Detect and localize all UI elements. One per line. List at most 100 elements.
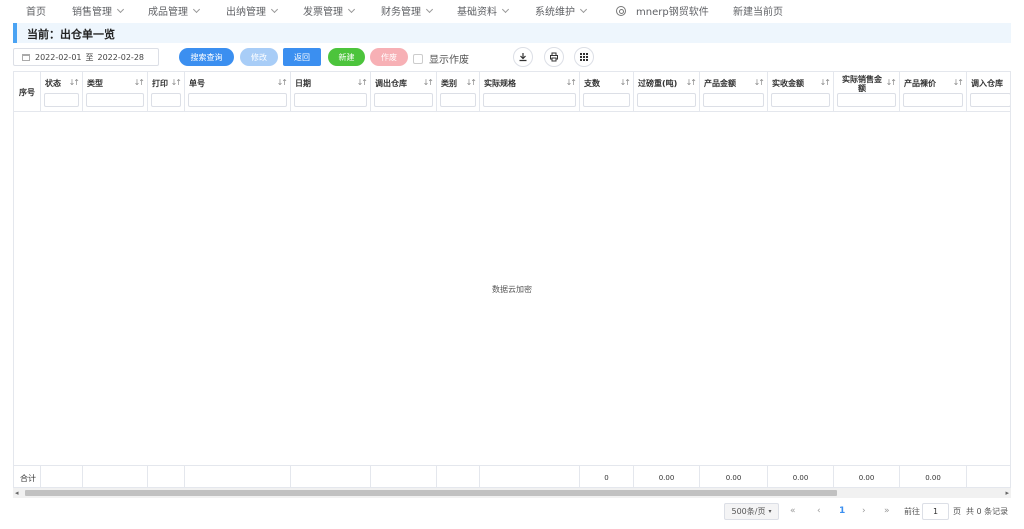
last-page-icon[interactable]: » [884, 506, 890, 516]
column-filter-input[interactable] [970, 93, 1010, 107]
print-button[interactable] [544, 47, 564, 67]
column-header-6[interactable]: 调出仓库 ↓↑ [371, 72, 437, 112]
nav-item-label: 系统维护 [535, 7, 575, 18]
horizontal-scrollbar[interactable]: ◂ ▸ [13, 488, 1011, 498]
page-jump-input[interactable]: 1 [922, 503, 949, 520]
edit-button[interactable]: 修改 [240, 48, 278, 66]
download-button[interactable] [513, 47, 533, 67]
new-button[interactable]: 新建 [328, 48, 365, 66]
column-header-5[interactable]: 日期 ↓↑ [291, 72, 371, 112]
column-header-9[interactable]: 支数 ↓↑ [580, 72, 634, 112]
column-header-1[interactable]: 状态 ↓↑ [41, 72, 83, 112]
column-filter-input[interactable] [151, 93, 181, 107]
nav-item-1[interactable]: 销售管理 [72, 3, 125, 18]
total-cell: 0 [580, 466, 634, 487]
nav-item-4[interactable]: 发票管理 [303, 3, 356, 18]
column-header-13[interactable]: 实际销售金额 ↓↑ [834, 72, 900, 112]
column-filter-input[interactable] [440, 93, 476, 107]
new-page-link[interactable]: 新建当前页 [733, 3, 783, 18]
sort-icon[interactable]: ↓↑ [357, 78, 368, 87]
column-label: 过磅重(吨) [638, 79, 678, 88]
date-start[interactable]: 2022-02-01 [35, 53, 82, 62]
date-separator: 至 [85, 52, 94, 62]
void-button[interactable]: 作废 [370, 48, 408, 66]
chevron-down-icon [192, 5, 201, 13]
sort-icon[interactable]: ↓↑ [134, 78, 145, 87]
scroll-right-icon[interactable]: ▸ [1005, 489, 1009, 497]
first-page-icon[interactable]: « [790, 506, 796, 516]
column-filter-input[interactable] [44, 93, 79, 107]
column-header-15[interactable]: 调入仓库 [967, 72, 1010, 112]
column-header-14[interactable]: 产品裸价 ↓↑ [900, 72, 967, 112]
sort-icon[interactable]: ↓↑ [466, 78, 477, 87]
breadcrumb-bar: 当前：出仓单一览 [13, 23, 1011, 43]
show-void-label: 显示作废 [429, 55, 469, 66]
sort-icon[interactable]: ↓↑ [820, 78, 831, 87]
nav-item-label: 财务管理 [381, 7, 421, 18]
column-header-11[interactable]: 产品金额 ↓↑ [700, 72, 768, 112]
scrollbar-thumb[interactable] [25, 490, 837, 496]
sort-icon[interactable]: ↓↑ [620, 78, 631, 87]
column-filter-input[interactable] [294, 93, 367, 107]
sort-icon[interactable]: ↓↑ [566, 78, 577, 87]
column-header-10[interactable]: 过磅重(吨) ↓↑ [634, 72, 700, 112]
column-label: 实际规格 [484, 79, 516, 88]
calendar-icon [22, 53, 30, 61]
back-button[interactable]: 返回 [283, 48, 321, 66]
sort-icon[interactable]: ↓↑ [171, 78, 182, 87]
date-end[interactable]: 2022-02-28 [98, 53, 145, 62]
column-filter-input[interactable] [771, 93, 830, 107]
chevron-down-icon [347, 5, 356, 13]
total-cell [437, 466, 480, 487]
nav-item-0[interactable]: 首页 [26, 3, 46, 18]
column-header-12[interactable]: 实收金额 ↓↑ [768, 72, 834, 112]
nav-item-7[interactable]: 系统维护 [535, 3, 588, 18]
prev-page-icon[interactable]: ‹ [817, 506, 821, 516]
total-cell: 0.00 [768, 466, 834, 487]
next-page-icon[interactable]: › [862, 506, 866, 516]
column-header-0[interactable]: 序号 [14, 72, 41, 112]
total-cell: 0.00 [634, 466, 700, 487]
nav-item-5[interactable]: 财务管理 [381, 3, 434, 18]
column-filter-input[interactable] [837, 93, 896, 107]
scroll-left-icon[interactable]: ◂ [15, 489, 19, 497]
column-settings-button[interactable] [574, 47, 594, 67]
column-header-2[interactable]: 类型 ↓↑ [83, 72, 148, 112]
current-page[interactable]: 1 [839, 506, 845, 516]
column-label: 实际销售金额 [842, 75, 882, 93]
column-filter-input[interactable] [374, 93, 433, 107]
page-size-select[interactable]: 500条/页 ▾ [724, 503, 779, 520]
checkbox-box[interactable] [413, 53, 423, 64]
nav-item-2[interactable]: 成品管理 [148, 3, 201, 18]
column-header-8[interactable]: 实际规格 ↓↑ [480, 72, 580, 112]
column-filter-input[interactable] [188, 93, 287, 107]
sort-icon[interactable]: ↓↑ [886, 78, 897, 87]
pagination: 500条/页 ▾ « ‹ 1 › » 前往 1 页 共 0 条记录 [0, 503, 1024, 521]
search-button[interactable]: 搜索查询 [179, 48, 234, 66]
nav-item-6[interactable]: 基础资料 [457, 3, 510, 18]
brand-link[interactable]: mnerp钢贸软件 [616, 3, 709, 18]
column-label: 实收金额 [772, 79, 804, 88]
sort-icon[interactable]: ↓↑ [686, 78, 697, 87]
sort-icon[interactable]: ↓↑ [754, 78, 765, 87]
nav-item-3[interactable]: 出纳管理 [226, 3, 279, 18]
show-void-checkbox[interactable]: 显示作废 [413, 51, 469, 66]
column-header-4[interactable]: 单号 ↓↑ [185, 72, 291, 112]
column-filter-input[interactable] [483, 93, 576, 107]
column-filter-input[interactable] [86, 93, 144, 107]
date-range-picker[interactable]: 2022-02-01 至 2022-02-28 [13, 48, 159, 66]
sort-icon[interactable]: ↓↑ [69, 78, 80, 87]
sort-icon[interactable]: ↓↑ [277, 78, 288, 87]
column-label: 日期 [295, 79, 311, 88]
sort-icon[interactable]: ↓↑ [953, 78, 964, 87]
column-filter-input[interactable] [583, 93, 630, 107]
column-header-3[interactable]: 打印 ↓↑ [148, 72, 185, 112]
chevron-down-icon [425, 5, 434, 13]
column-filter-input[interactable] [637, 93, 696, 107]
column-header-7[interactable]: 类别 ↓↑ [437, 72, 480, 112]
total-records: 共 0 条记录 [966, 507, 1009, 516]
column-filter-input[interactable] [903, 93, 963, 107]
sort-icon[interactable]: ↓↑ [423, 78, 434, 87]
column-filter-input[interactable] [703, 93, 764, 107]
total-cell: 0.00 [900, 466, 967, 487]
